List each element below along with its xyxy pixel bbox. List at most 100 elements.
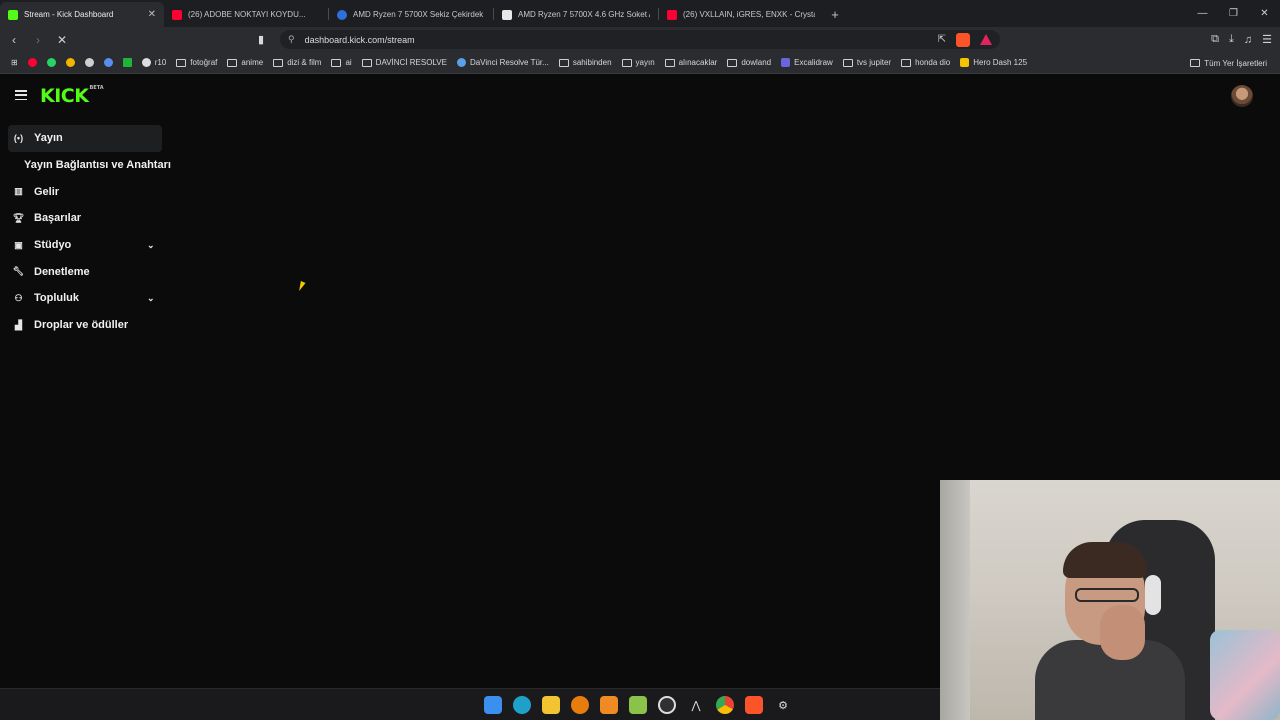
bookmark-folder-honda-dio[interactable]: honda dio [896, 54, 955, 72]
media-control-icon[interactable]: ♫ [1244, 34, 1252, 46]
all-bookmarks[interactable]: Tüm Yer İşaretleri [1185, 54, 1272, 72]
bookmark-label: honda dio [915, 58, 951, 67]
sidebar-item-yayin[interactable]: (•) Yayın [8, 125, 162, 152]
tab-amd-ryzen-2[interactable]: AMD Ryzen 7 5700X 4.6 GHz Soket A [494, 2, 658, 27]
edge-icon[interactable] [513, 696, 531, 714]
tab-amd-ryzen-1[interactable]: AMD Ryzen 7 5700X Sekiz Çekirdek [329, 2, 493, 27]
bookmark-folder-fotograf[interactable]: fotoğraf [171, 54, 222, 72]
windows-start-icon[interactable] [484, 696, 502, 714]
url-text: dashboard.kick.com/stream [304, 34, 415, 45]
bookmark-label: anime [241, 58, 264, 67]
brave-rewards-icon[interactable] [980, 34, 992, 45]
bookmark-label: r10 [154, 58, 167, 67]
folder-icon [361, 58, 372, 67]
chevron-down-icon[interactable]: ⌄ [147, 293, 155, 304]
trophy-icon: 🏆︎ [12, 212, 25, 223]
back-icon[interactable]: ‹ [4, 30, 24, 50]
tab-title: Stream - Kick Dashboard [24, 10, 114, 19]
close-tab-icon[interactable]: ✕ [148, 9, 156, 20]
bookmark-folder-dizi-film[interactable]: dizi & film [268, 54, 326, 72]
openai-icon [84, 58, 94, 67]
hamburger-menu-icon[interactable] [15, 90, 27, 100]
brave-shields-icon[interactable] [956, 32, 970, 47]
download-icon[interactable]: ⤓ [1229, 33, 1234, 46]
bookmark-folder-alinacaklar[interactable]: alınacaklar [660, 54, 723, 72]
shop-favicon-icon [502, 9, 512, 20]
bookmark-r10[interactable]: r10 [137, 54, 172, 72]
folder-icon [227, 58, 238, 67]
site-info-icon[interactable]: ⚲ [288, 34, 295, 45]
tab-title: AMD Ryzen 7 5700X 4.6 GHz Soket A [518, 10, 650, 19]
bookmark-openai[interactable] [80, 54, 99, 72]
minimize-icon[interactable]: — [1187, 0, 1218, 27]
chevron-down-icon[interactable]: ⌄ [147, 240, 155, 251]
youtube-icon [27, 58, 37, 67]
menu-icon[interactable]: ☰ [1262, 33, 1272, 46]
stop-loading-icon[interactable]: ✕ [52, 30, 72, 50]
bookmark-davinci-tr[interactable]: DaVinci Resolve Tür... [452, 54, 554, 72]
sidebar-item-denetleme[interactable]: 🔧︎ Denetleme [8, 258, 174, 285]
sidebar-item-droplar[interactable]: ▟ Droplar ve ödüller [8, 312, 174, 339]
user-avatar[interactable] [1231, 85, 1253, 107]
tab-youtube-crystal[interactable]: (26) VXLLAIN, iGRES, ENXK - Crystal [659, 2, 823, 27]
broadcast-icon: (•) [13, 133, 24, 144]
folder-icon [273, 58, 284, 67]
bookmark-excalidraw[interactable]: Excalidraw [776, 54, 838, 72]
tab-title: (26) VXLLAIN, iGRES, ENXK - Crystal [683, 10, 815, 19]
webcam-glasses [1075, 588, 1139, 602]
notepad-icon[interactable] [629, 696, 647, 714]
brave-icon[interactable] [745, 696, 763, 714]
bookmark-youtube[interactable] [23, 54, 42, 72]
bookmark-folder-yayin[interactable]: yayın [617, 54, 660, 72]
bookmark-folder-sahibinden[interactable]: sahibinden [554, 54, 617, 72]
bookmark-label: alınacaklar [678, 58, 718, 67]
tab-youtube-adobe[interactable]: (26) ADOBE NOKTAYI KOYDU... [164, 2, 328, 27]
bookmark-flag[interactable] [118, 54, 137, 72]
extensions-icon[interactable]: ⧉ [1211, 33, 1219, 46]
bookmark-hero-dash[interactable]: Hero Dash 125 [955, 54, 1032, 72]
folder-icon [176, 58, 187, 67]
bookmark-folder-dowland[interactable]: dowland [722, 54, 776, 72]
restore-icon[interactable]: ❐ [1218, 0, 1249, 27]
sidebar-item-label: Denetleme [34, 265, 90, 278]
blender-icon[interactable] [571, 696, 589, 714]
sidebar-item-stream-key[interactable]: Yayın Bağlantısı ve Anahtarı [8, 152, 174, 179]
bookmark-drive[interactable] [61, 54, 80, 72]
arc-icon[interactable]: ⋀ [687, 696, 705, 714]
tab-kick-dashboard[interactable]: Stream - Kick Dashboard ✕ [0, 2, 164, 27]
settings-icon[interactable]: ⚙ [774, 696, 792, 714]
sidebar-item-basarilar[interactable]: 🏆︎ Başarılar [8, 205, 174, 232]
fl-studio-icon[interactable] [600, 696, 618, 714]
r10-icon [141, 58, 151, 67]
sidebar-item-label: Başarılar [34, 212, 82, 225]
toolbar-actions: ⧉ ⤓ ♫ ☰ [1211, 30, 1272, 49]
sidebar-item-label: Topluluk [34, 292, 80, 305]
bookmark-folder-anime[interactable]: anime [222, 54, 268, 72]
folder-icon [664, 58, 675, 67]
bookmark-folder-tvs-jupiter[interactable]: tvs jupiter [838, 54, 896, 72]
sidebar-item-gelir[interactable]: ▥ Gelir [8, 178, 174, 205]
apps-grid-icon[interactable]: ⊞ [6, 54, 23, 72]
bookmark-gemini[interactable] [99, 54, 118, 72]
sidebar-item-studyo[interactable]: ▣ Stüdyo ⌄ [8, 232, 174, 259]
bookmark-page-icon[interactable]: ▮ [258, 33, 264, 46]
share-icon[interactable]: ⇱ [938, 34, 946, 45]
folder-icon [727, 58, 738, 67]
bookmark-label: dizi & film [287, 58, 322, 67]
all-bookmarks-label: Tüm Yer İşaretleri [1204, 58, 1267, 68]
address-bar[interactable]: ⚲ dashboard.kick.com/stream [280, 30, 1000, 49]
webcam-person-hair [1063, 542, 1147, 578]
bookmark-folder-davinci[interactable]: DAVİNCİ RESOLVE [357, 54, 452, 72]
sidebar-item-topluluk[interactable]: ⚇ Topluluk ⌄ [8, 285, 174, 312]
bookmark-whatsapp[interactable] [42, 54, 61, 72]
bookmark-label: Excalidraw [794, 58, 833, 67]
obs-icon[interactable] [658, 696, 676, 714]
kick-logo[interactable]: KICKBETA [40, 85, 104, 107]
gemini-icon [103, 58, 113, 67]
file-explorer-icon[interactable] [542, 696, 560, 714]
chrome-icon[interactable] [716, 696, 734, 714]
new-tab-button[interactable]: + [823, 2, 847, 27]
close-window-icon[interactable]: ✕ [1249, 0, 1280, 27]
bookmark-folder-ai[interactable]: ai [326, 54, 356, 72]
forward-icon[interactable]: › [28, 30, 48, 50]
